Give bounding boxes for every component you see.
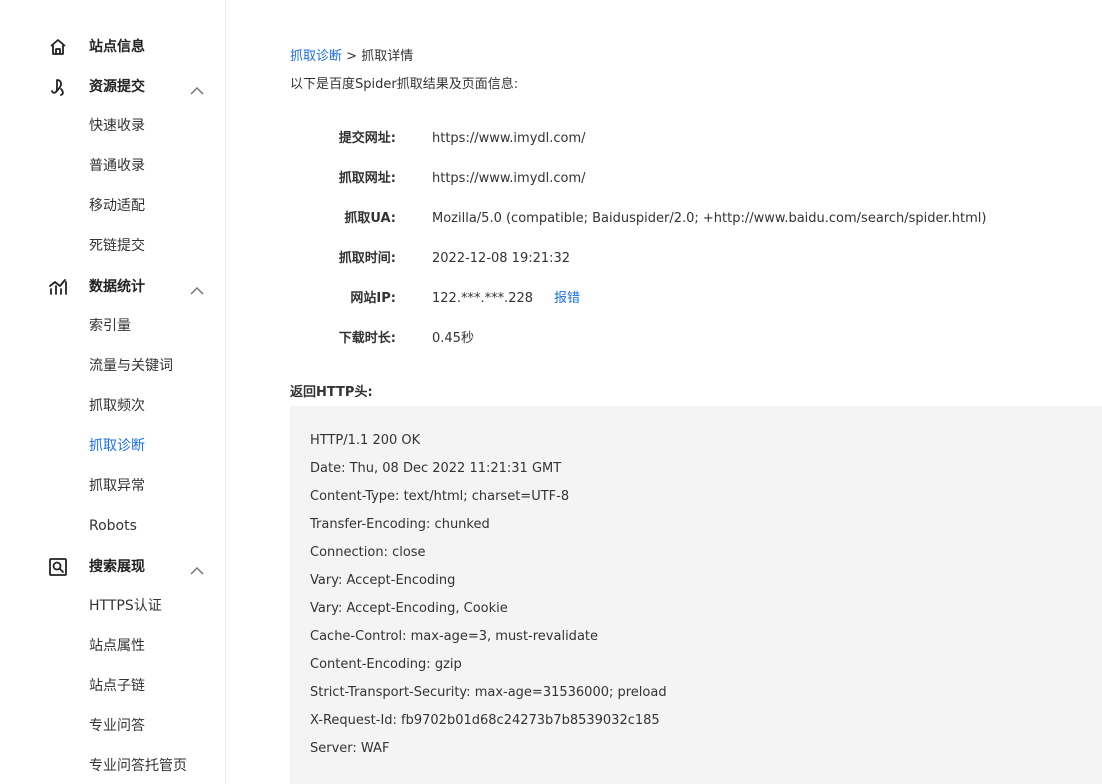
sidebar-item-dead-link[interactable]: 死链提交 — [89, 237, 145, 255]
http-header-line: Connection: close — [310, 545, 426, 560]
chevron-up-icon[interactable] — [190, 281, 204, 295]
http-header-line: X-Request-Id: fb9702b01d68c24273b7b85390… — [310, 713, 660, 728]
field-crawl-time: 抓取时间: 2022-12-08 19:21:32 — [290, 249, 1102, 269]
http-header-title: 返回HTTP头: — [290, 385, 373, 400]
sidebar-group-resource-submit[interactable]: 资源提交 — [0, 67, 225, 107]
breadcrumb-link[interactable]: 抓取诊断 — [290, 49, 342, 64]
sidebar-group-label: 站点信息 — [89, 39, 145, 55]
field-label: 网站IP: — [350, 291, 396, 306]
field-value: 0.45秒 — [432, 331, 474, 346]
sidebar-group-label: 资源提交 — [89, 79, 145, 95]
breadcrumb-current: 抓取详情 — [361, 49, 414, 64]
http-header-line: Vary: Accept-Encoding, Cookie — [310, 601, 508, 616]
sidebar-item-crawl-diagnosis[interactable]: 抓取诊断 — [89, 437, 145, 455]
sidebar-item-site-attributes[interactable]: 站点属性 — [89, 637, 145, 655]
field-label: 提交网址: — [338, 131, 396, 146]
field-value: https://www.imydl.com/ — [432, 131, 586, 146]
http-header-line: Cache-Control: max-age=3, must-revalidat… — [310, 629, 598, 644]
field-label: 抓取UA: — [344, 211, 396, 226]
field-label: 下载时长: — [338, 331, 396, 346]
http-header-line: Content-Encoding: gzip — [310, 657, 462, 672]
field-crawl-ua: 抓取UA: Mozilla/5.0 (compatible; Baiduspid… — [290, 209, 1102, 229]
http-header-line: HTTP/1.1 200 OK — [310, 433, 421, 448]
sidebar-item-traffic-keywords[interactable]: 流量与关键词 — [89, 357, 173, 375]
sidebar: 站点信息 资源提交 快速收录 普通收录 移动适配 死链提交 数据统计 索引量 流… — [0, 0, 226, 784]
sidebar-item-crawl-frequency[interactable]: 抓取频次 — [89, 397, 145, 415]
field-crawl-url: 抓取网址: https://www.imydl.com/ — [290, 169, 1102, 189]
http-header-line: Vary: Accept-Encoding — [310, 573, 456, 588]
sidebar-item-site-sublinks[interactable]: 站点子链 — [89, 677, 145, 695]
field-value: Mozilla/5.0 (compatible; Baiduspider/2.0… — [432, 211, 987, 226]
http-header-line: Content-Type: text/html; charset=UTF-8 — [310, 489, 570, 504]
breadcrumb: 抓取诊断 > 抓取详情 — [290, 48, 413, 66]
home-icon — [48, 37, 68, 57]
sidebar-group-label: 数据统计 — [89, 279, 145, 295]
field-site-ip: 网站IP: 122.***.***.228 报错 — [290, 289, 1102, 309]
sidebar-group-label: 搜索展现 — [89, 559, 145, 575]
sidebar-item-crawl-errors[interactable]: 抓取异常 — [89, 477, 145, 495]
http-header-line: Transfer-Encoding: chunked — [310, 517, 490, 532]
sidebar-item-fast-index[interactable]: 快速收录 — [89, 117, 145, 135]
field-label: 抓取网址: — [338, 171, 396, 186]
chevron-up-icon[interactable] — [190, 81, 204, 95]
sidebar-item-robots[interactable]: Robots — [89, 517, 137, 535]
resource-submit-icon — [48, 77, 68, 97]
sidebar-item-mobile-adapt[interactable]: 移动适配 — [89, 197, 145, 215]
http-header-line: Date: Thu, 08 Dec 2022 11:21:31 GMT — [310, 461, 562, 476]
statistics-icon — [48, 277, 68, 297]
field-value: 2022-12-08 19:21:32 — [432, 251, 571, 266]
field-submit-url: 提交网址: https://www.imydl.com/ — [290, 129, 1102, 149]
sidebar-item-pro-qa[interactable]: 专业问答 — [89, 717, 145, 735]
http-header-line: Server: WAF — [310, 741, 390, 756]
field-label: 抓取时间: — [338, 251, 396, 266]
sidebar-item-normal-index[interactable]: 普通收录 — [89, 157, 145, 175]
field-value: https://www.imydl.com/ — [432, 171, 586, 186]
report-error-link[interactable]: 报错 — [554, 290, 580, 308]
field-download-duration: 下载时长: 0.45秒 — [290, 329, 1102, 349]
sidebar-group-statistics[interactable]: 数据统计 — [0, 267, 225, 307]
http-header-box: HTTP/1.1 200 OK Date: Thu, 08 Dec 2022 1… — [290, 406, 1102, 784]
sidebar-item-index-volume[interactable]: 索引量 — [89, 317, 131, 335]
sidebar-item-https[interactable]: HTTPS认证 — [89, 597, 162, 615]
chevron-up-icon[interactable] — [190, 561, 204, 575]
sidebar-group-site-info[interactable]: 站点信息 — [0, 27, 225, 67]
http-header-line: Strict-Transport-Security: max-age=31536… — [310, 685, 667, 700]
sidebar-group-search-display[interactable]: 搜索展现 — [0, 547, 225, 587]
search-display-icon — [48, 557, 68, 577]
page-intro: 以下是百度Spider抓取结果及页面信息: — [290, 77, 519, 92]
main-content: 抓取诊断 > 抓取详情 以下是百度Spider抓取结果及页面信息: 提交网址: … — [290, 0, 1102, 784]
sidebar-item-pro-qa-hosted[interactable]: 专业问答托管页 — [89, 757, 187, 775]
field-value: 122.***.***.228 — [432, 291, 534, 306]
breadcrumb-separator: > — [342, 49, 362, 64]
